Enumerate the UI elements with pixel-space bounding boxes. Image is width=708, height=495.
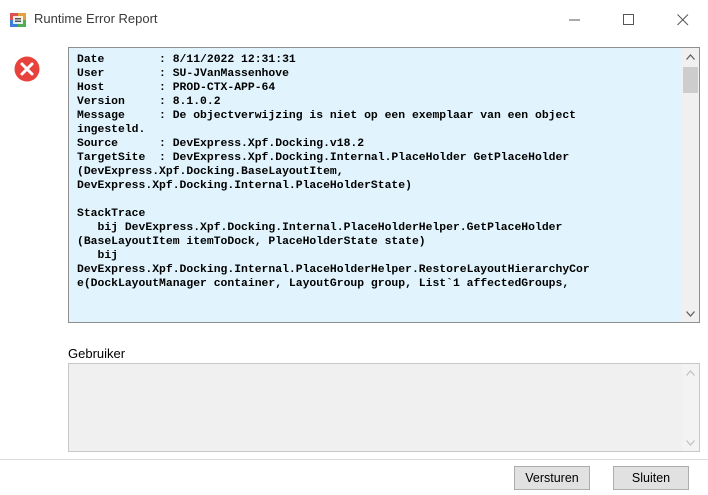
close-window-button[interactable] <box>660 0 706 40</box>
minimize-button[interactable] <box>552 0 598 40</box>
send-button[interactable]: Versturen <box>514 466 590 490</box>
minimize-icon <box>569 14 581 26</box>
scroll-up-button[interactable] <box>682 48 699 65</box>
user-scroll-down-button[interactable] <box>682 434 699 451</box>
user-comment-textbox[interactable] <box>68 363 700 452</box>
title-bar: Runtime Error Report <box>0 0 708 40</box>
user-scrollbar[interactable] <box>682 364 699 451</box>
error-details-textbox[interactable]: Date : 8/11/2022 12:31:31 User : SU-JVan… <box>68 47 700 323</box>
scroll-thumb[interactable] <box>683 67 698 93</box>
footer-divider <box>0 459 708 460</box>
details-scrollbar[interactable] <box>682 48 699 322</box>
close-icon <box>677 14 689 26</box>
maximize-button[interactable] <box>606 0 652 40</box>
app-window-icon <box>10 12 26 28</box>
user-scroll-up-button[interactable] <box>682 364 699 381</box>
maximize-icon <box>623 14 635 26</box>
error-icon <box>14 56 40 82</box>
error-details-text: Date : 8/11/2022 12:31:31 User : SU-JVan… <box>77 54 590 290</box>
close-button[interactable]: Sluiten <box>613 466 689 490</box>
window-title: Runtime Error Report <box>34 11 158 26</box>
scroll-down-button[interactable] <box>682 305 699 322</box>
user-label: Gebruiker <box>68 346 126 361</box>
